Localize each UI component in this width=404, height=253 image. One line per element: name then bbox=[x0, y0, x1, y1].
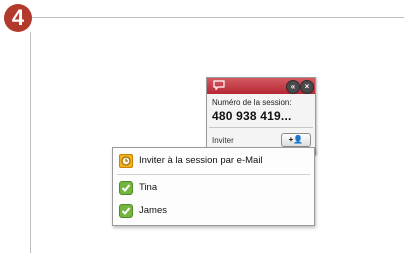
session-number-label: Numéro de la session: bbox=[212, 98, 292, 107]
check-icon bbox=[119, 204, 133, 218]
menu-item-contact-tina[interactable]: Tina bbox=[115, 178, 312, 198]
close-button[interactable]: × bbox=[300, 80, 314, 94]
menu-item-label: James bbox=[139, 205, 167, 216]
chat-bubble-icon[interactable] bbox=[213, 80, 225, 90]
menu-divider bbox=[117, 174, 310, 175]
menu-item-label: Inviter à la session par e-Mail bbox=[139, 155, 263, 166]
menu-item-contact-james[interactable]: James bbox=[115, 201, 312, 221]
menu-item-invite-email[interactable]: Inviter à la session par e-Mail bbox=[115, 151, 312, 171]
clock-icon bbox=[119, 154, 133, 168]
invite-button[interactable]: +👤 bbox=[281, 133, 311, 147]
step-number-badge: 4 bbox=[4, 4, 32, 32]
session-number-value: 480 938 419... bbox=[212, 109, 292, 123]
invite-label: Inviter bbox=[212, 136, 234, 145]
guide-line-horizontal bbox=[32, 17, 404, 18]
invite-dropdown-menu: Inviter à la session par e-Mail Tina Jam… bbox=[112, 147, 315, 226]
check-icon bbox=[119, 181, 133, 195]
collapse-button[interactable]: « bbox=[286, 80, 300, 94]
session-widget: « × Numéro de la session: 480 938 419...… bbox=[206, 77, 316, 155]
menu-item-label: Tina bbox=[139, 182, 158, 193]
widget-titlebar: « × bbox=[207, 78, 315, 94]
widget-divider bbox=[209, 127, 313, 128]
guide-line-vertical bbox=[30, 32, 31, 253]
